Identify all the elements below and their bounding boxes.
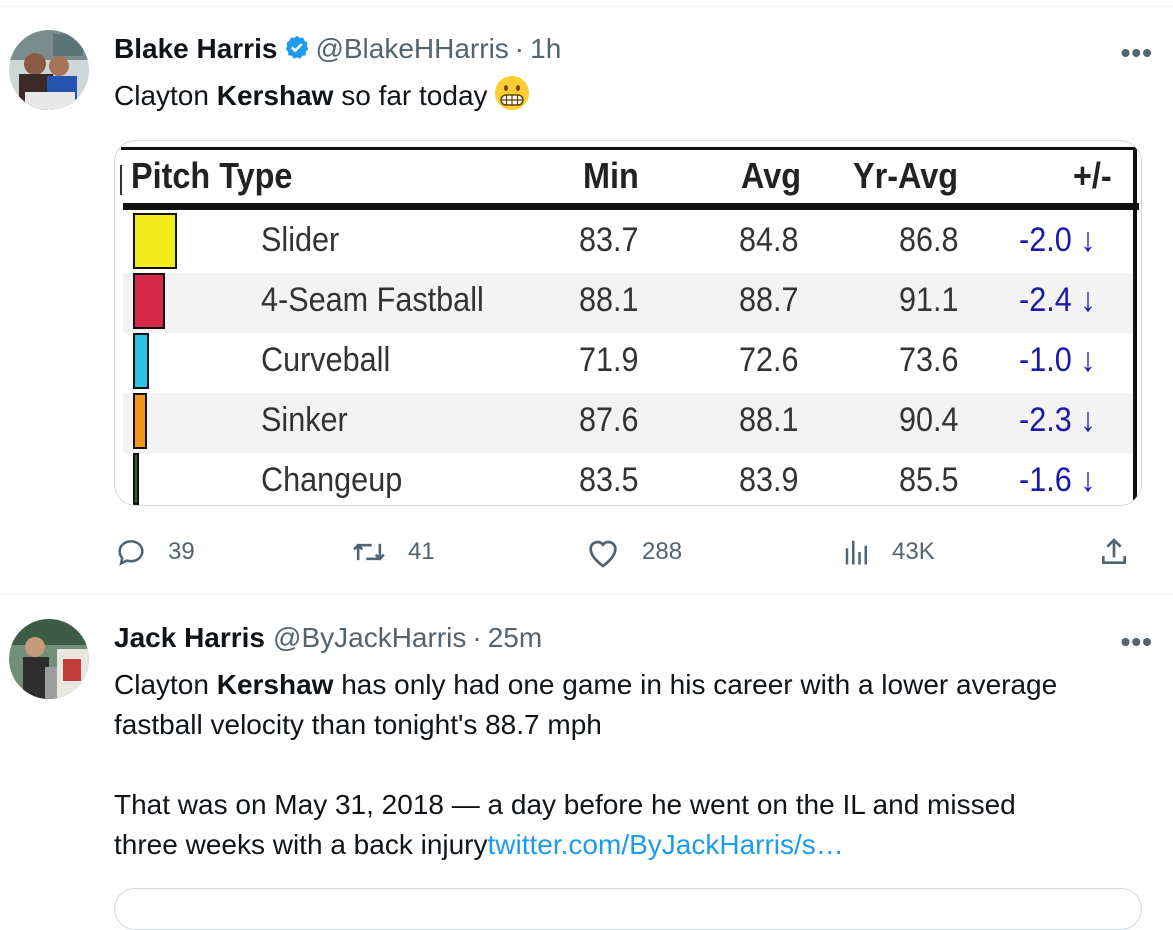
pitch-color-swatch xyxy=(133,393,147,449)
like-count: 288 xyxy=(642,538,683,565)
min-cell: 83.5 xyxy=(579,461,639,499)
separator-dot: · xyxy=(514,33,525,64)
table-row: Changeup 83.5 83.9 85.5 -1.6 ↓ xyxy=(123,453,1133,505)
tweet-line-3: That was on May 31, 2018 — a day before … xyxy=(114,789,1016,820)
yr-avg-cell: 90.4 xyxy=(899,401,959,439)
table-top-border xyxy=(121,147,1135,150)
share-icon xyxy=(1102,538,1126,564)
yr-avg-cell: 85.5 xyxy=(899,461,959,499)
tweet-text: Clayton Kershaw so far today xyxy=(114,75,1154,122)
pitch-type-table: Pitch Type Min Avg Yr-Avg +/- Slider 83.7… xyxy=(115,141,1141,505)
pitch-type-cell: Curveball xyxy=(261,341,391,379)
tweet-text-part: has only had one game in his career with… xyxy=(333,669,1058,700)
avatar[interactable] xyxy=(9,30,89,110)
table-header-rule xyxy=(123,203,1139,210)
media-image-pitch-table[interactable]: Pitch Type Min Avg Yr-Avg +/- Slider 83.7… xyxy=(114,140,1142,506)
tweet-text-part: three weeks with a back injury xyxy=(114,829,488,860)
column-header-diff: +/- xyxy=(1073,155,1112,196)
timestamp[interactable]: 1h xyxy=(530,33,561,64)
yr-avg-cell: 91.1 xyxy=(899,281,959,319)
table-right-border xyxy=(1133,147,1137,505)
pitch-color-swatch xyxy=(133,213,177,269)
table-row: Sinker 87.6 88.1 90.4 -2.3 ↓ xyxy=(123,393,1133,453)
diff-cell: -1.6 ↓ xyxy=(1019,461,1096,499)
author-handle[interactable]: @BlakeHHarris xyxy=(315,33,508,64)
column-header-yr-avg: Yr-Avg xyxy=(853,155,959,196)
tweet-text: Clayton Kershaw has only had one game in… xyxy=(114,665,1154,865)
pitch-color-swatch xyxy=(133,453,139,505)
table-row: 4-Seam Fastball 88.1 88.7 91.1 -2.4 ↓ xyxy=(123,273,1133,333)
table-row: Slider 83.7 84.8 86.8 -2.0 ↓ xyxy=(123,213,1133,273)
tweet-link[interactable]: twitter.com/ByJackHarris/s… xyxy=(488,829,844,860)
share-button[interactable] xyxy=(1098,530,1150,574)
yr-avg-cell: 73.6 xyxy=(899,341,959,379)
tweet-line-4: three weeks with a back injurytwitter.co… xyxy=(114,825,1154,865)
avg-cell: 83.9 xyxy=(739,461,799,499)
tweet-text-bold: Kershaw xyxy=(216,669,334,700)
reply-count: 39 xyxy=(168,538,195,565)
pitch-color-swatch xyxy=(133,273,165,329)
tweet-line-1: Clayton Kershaw has only had one game in… xyxy=(114,665,1154,705)
table-row: Curveball 71.9 72.6 73.6 -1.0 ↓ xyxy=(123,333,1133,393)
more-options-icon[interactable]: ••• xyxy=(1121,37,1153,69)
repost-button[interactable]: 41 xyxy=(350,530,435,574)
tweet-text-part: Clayton xyxy=(114,669,217,700)
diff-cell: -1.0 ↓ xyxy=(1019,341,1096,379)
min-cell: 71.9 xyxy=(579,341,639,379)
min-cell: 88.1 xyxy=(579,281,639,319)
separator-dot: · xyxy=(472,622,482,653)
heart-icon xyxy=(589,540,617,568)
author-name[interactable]: Blake Harris xyxy=(114,33,277,64)
quoted-tweet-card[interactable] xyxy=(114,888,1142,930)
tweet-text-part: so far today xyxy=(333,80,488,111)
verified-badge-icon xyxy=(283,34,311,69)
timestamp[interactable]: 25m xyxy=(488,622,542,653)
diff-cell: -2.0 ↓ xyxy=(1019,221,1096,259)
pitch-type-cell: Slider xyxy=(261,221,340,259)
views-button[interactable]: 43K xyxy=(842,530,935,574)
tweet-text-part: Clayton xyxy=(114,80,217,111)
pitch-type-cell: 4-Seam Fastball xyxy=(261,281,484,319)
grimacing-face-icon xyxy=(494,75,530,122)
tweet-actions: 39 41 288 43K xyxy=(114,530,1144,574)
tweet-line-2: fastball velocity than tonight's 88.7 mp… xyxy=(114,709,602,740)
avg-cell: 88.7 xyxy=(739,281,799,319)
column-header-avg: Avg xyxy=(741,155,802,196)
yr-avg-cell: 86.8 xyxy=(899,221,959,259)
diff-cell: -2.4 ↓ xyxy=(1019,281,1096,319)
tweet-jack-harris[interactable]: Jack Harris @ByJackHarris · 25m ••• Clayton… xyxy=(0,595,1173,903)
min-cell: 87.6 xyxy=(579,401,639,439)
diff-cell: -2.3 ↓ xyxy=(1019,401,1096,439)
view-count: 43K xyxy=(892,538,935,565)
pitch-type-cell: Changeup xyxy=(261,461,403,499)
author-handle[interactable]: @ByJackHarris xyxy=(273,622,466,653)
reply-icon xyxy=(118,540,144,566)
table-left-border xyxy=(120,165,122,195)
repost-count: 41 xyxy=(408,538,435,565)
column-header-pitch-type: Pitch Type xyxy=(131,155,293,196)
min-cell: 83.7 xyxy=(579,221,639,259)
avg-cell: 84.8 xyxy=(739,221,799,259)
repost-icon xyxy=(353,543,385,561)
like-button[interactable]: 288 xyxy=(584,530,682,574)
avatar[interactable] xyxy=(9,619,89,699)
analytics-icon xyxy=(845,540,867,565)
pitch-type-cell: Sinker xyxy=(261,401,348,439)
avg-cell: 88.1 xyxy=(739,401,799,439)
tweet-blake-harris[interactable]: Blake Harris @BlakeHHarris · 1h ••• Clayton… xyxy=(0,0,1173,595)
avg-cell: 72.6 xyxy=(739,341,799,379)
more-options-icon[interactable]: ••• xyxy=(1121,626,1153,658)
tweet-header: Jack Harris @ByJackHarris · 25m xyxy=(114,622,542,654)
reply-button[interactable]: 39 xyxy=(114,530,195,574)
author-name[interactable]: Jack Harris xyxy=(114,622,265,653)
tweet-text-bold: Kershaw xyxy=(216,80,334,111)
column-header-min: Min xyxy=(583,155,639,196)
tweet-header: Blake Harris @BlakeHHarris · 1h xyxy=(114,33,561,69)
pitch-color-swatch xyxy=(133,333,149,389)
